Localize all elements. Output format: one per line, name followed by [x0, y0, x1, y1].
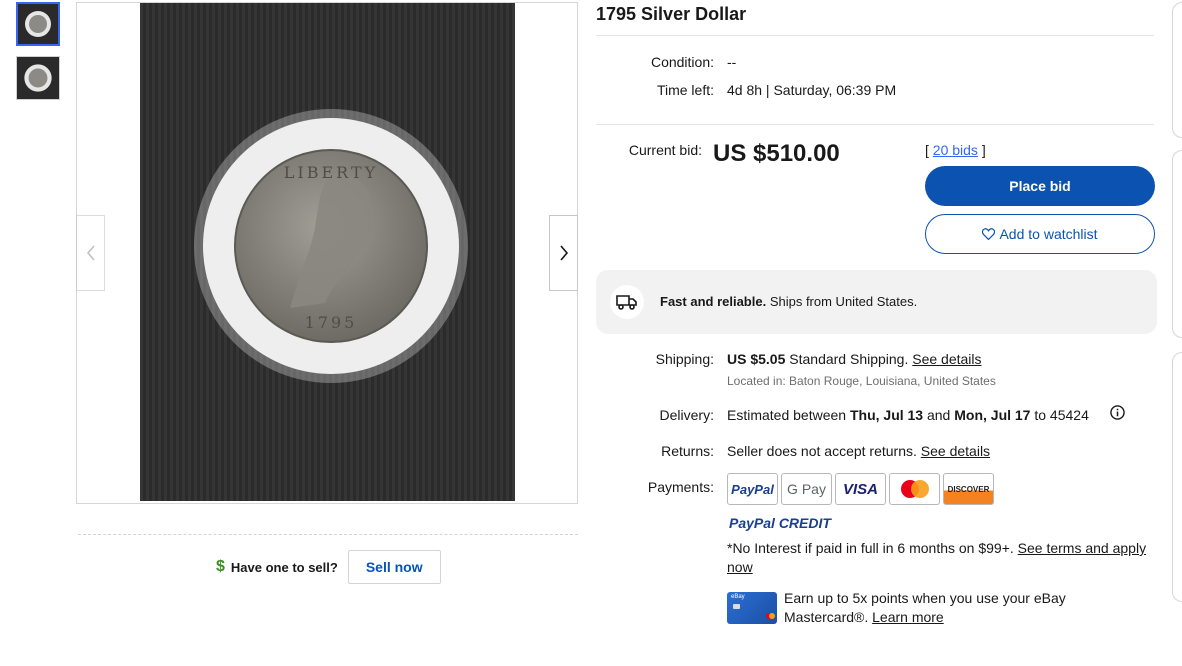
info-icon[interactable] — [1110, 405, 1125, 420]
sell-section: $ Have one to sell? Sell now — [216, 550, 441, 584]
no-interest-text: *No Interest if paid in full in 6 months… — [727, 540, 1147, 575]
delivery-value: Estimated between Thu, Jul 13 and Mon, J… — [727, 407, 1089, 423]
paypal-icon: PayPal — [727, 473, 778, 505]
fast-reliable-text: Fast and reliable. Ships from United Sta… — [660, 294, 918, 309]
ebay-mastercard-image: eBay — [727, 592, 777, 624]
truck-icon — [610, 285, 644, 319]
shipping-label: Shipping: — [655, 351, 714, 367]
add-to-watchlist-button[interactable]: Add to watchlist — [925, 214, 1155, 254]
payment-methods: PayPal G Pay VISA DISCOVER — [727, 473, 994, 505]
coin-thumbnail-image — [17, 57, 59, 99]
coin-photo: LIBERTY 1795 — [140, 3, 515, 501]
delivery-label: Delivery: — [659, 407, 714, 423]
learn-more-link[interactable]: Learn more — [872, 609, 944, 625]
returns-label: Returns: — [661, 443, 714, 459]
side-panel — [1172, 352, 1182, 602]
google-pay-icon: G Pay — [781, 473, 832, 505]
discover-icon: DISCOVER — [943, 473, 994, 505]
condition-label: Condition: — [650, 54, 714, 70]
shipping-value: US $5.05 Standard Shipping. See details — [727, 351, 982, 367]
prev-image-button[interactable] — [76, 215, 105, 291]
sell-now-button[interactable]: Sell now — [347, 550, 441, 584]
returns-details-link[interactable]: See details — [921, 443, 990, 459]
mastercard-icon — [889, 473, 940, 505]
page-title: 1795 Silver Dollar — [596, 4, 747, 24]
time-left-label: Time left: — [656, 82, 714, 98]
coin-thumbnail-image — [18, 4, 58, 44]
chevron-left-icon — [86, 245, 95, 261]
promo-text: Earn up to 5x points when you use your e… — [784, 590, 1066, 625]
main-image-frame[interactable]: LIBERTY 1795 — [76, 2, 578, 504]
condition-value: -- — [727, 54, 737, 70]
chevron-right-icon — [559, 245, 568, 261]
divider — [596, 35, 1154, 36]
time-left-value: 4d 8h | Saturday, 06:39 PM — [727, 82, 897, 98]
current-bid-label: Current bid: — [628, 142, 702, 158]
fast-reliable-banner: Fast and reliable. Ships from United Sta… — [596, 270, 1157, 334]
returns-value: Seller does not accept returns. See deta… — [727, 443, 991, 459]
side-panel — [1172, 150, 1182, 338]
divider — [596, 124, 1154, 125]
thumbnail-2[interactable] — [16, 56, 60, 100]
bid-count: [ 20 bids ] — [925, 142, 986, 158]
paypal-credit-logo: PayPal CREDIT — [729, 515, 831, 531]
dollar-icon: $ — [216, 558, 225, 575]
item-location: Located in: Baton Rouge, Louisiana, Unit… — [727, 374, 996, 388]
thumbnail-1[interactable] — [16, 2, 60, 46]
heart-icon — [982, 228, 996, 240]
visa-icon: VISA — [835, 473, 886, 505]
svg-text:1795: 1795 — [305, 313, 358, 332]
next-image-button[interactable] — [549, 215, 578, 291]
side-panel — [1172, 2, 1182, 138]
current-bid-price: US $510.00 — [713, 140, 840, 167]
payments-label: Payments: — [647, 479, 714, 495]
bids-link[interactable]: 20 bids — [933, 142, 978, 158]
sell-question: Have one to sell? — [230, 559, 338, 575]
place-bid-button[interactable]: Place bid — [925, 166, 1155, 206]
shipping-details-link[interactable]: See details — [912, 351, 981, 367]
divider — [78, 534, 578, 535]
svg-text:LIBERTY: LIBERTY — [284, 163, 378, 182]
